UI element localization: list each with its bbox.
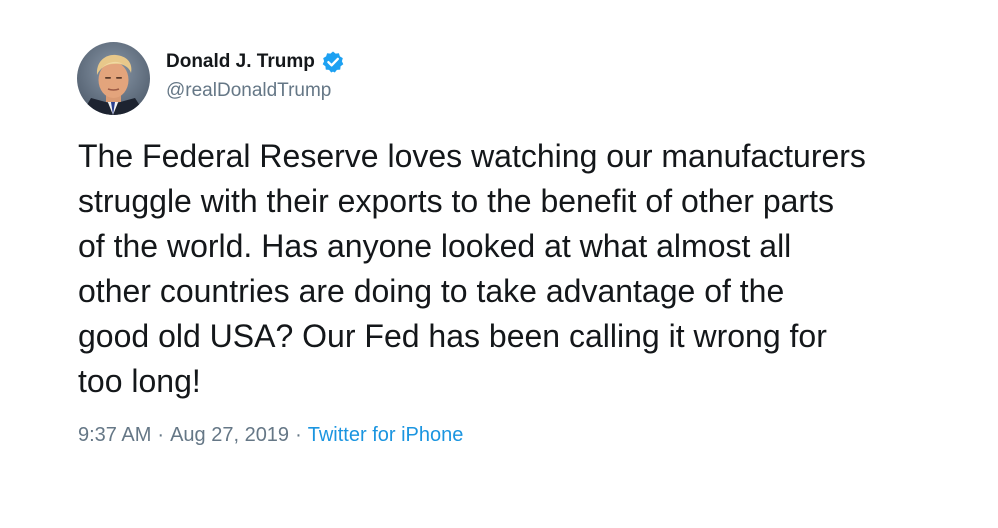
tweet-time[interactable]: 9:37 AM (78, 424, 151, 447)
verified-badge-icon (321, 50, 345, 74)
display-name[interactable]: Donald J. Trump (166, 51, 315, 73)
profile-photo-icon (77, 42, 150, 115)
meta-separator: · (295, 424, 302, 446)
meta-separator: · (157, 424, 165, 446)
tweet-meta: 9:37 AM · Aug 27, 2019 · Twitter for iPh… (78, 424, 463, 447)
avatar[interactable] (77, 42, 150, 115)
tweet-source-link[interactable]: Twitter for iPhone (308, 424, 464, 447)
tweet-card: Donald J. Trump @realDonaldTrump The Fed… (0, 0, 998, 528)
author-handle[interactable]: @realDonaldTrump (166, 80, 331, 102)
tweet-date[interactable]: Aug 27, 2019 (170, 424, 289, 447)
tweet-text: The Federal Reserve loves watching our m… (78, 138, 866, 399)
author-name-row: Donald J. Trump (166, 50, 345, 74)
